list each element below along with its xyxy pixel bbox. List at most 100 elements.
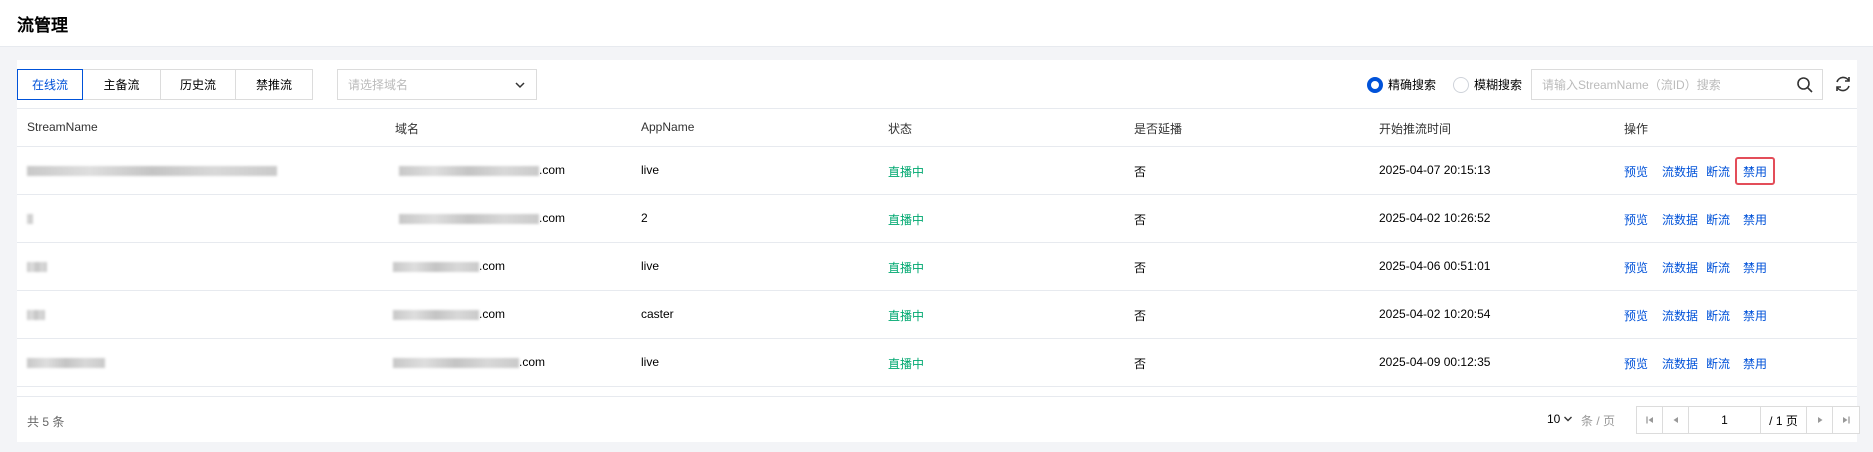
table-row: .com live 直播中 否 2025-04-06 00:51:01 预览 流… [17, 243, 1857, 291]
first-page-icon [1645, 416, 1653, 424]
preview-link[interactable]: 预览 [1624, 211, 1648, 228]
top-bar: 流管理 [0, 0, 1873, 47]
exact-search-radio[interactable]: 精确搜索 [1367, 69, 1436, 100]
stream-data-link[interactable]: 流数据 [1662, 163, 1698, 180]
stream-table: StreamName 域名 AppName 状态 是否延播 开始推流时间 操作 … [17, 108, 1857, 387]
app-name-cell: caster [641, 307, 674, 321]
stream-list-card: 在线流 主备流 历史流 禁推流 请选择域名 精确搜索 模糊搜索 StreamNa… [17, 60, 1860, 442]
chevron-down-icon [1564, 416, 1573, 422]
status-badge: 直播中 [888, 309, 925, 323]
disable-highlight-box [1735, 157, 1775, 185]
cut-stream-link[interactable]: 断流 [1706, 355, 1730, 372]
last-page-icon [1843, 416, 1850, 424]
radio-unchecked-icon [1453, 76, 1469, 93]
refresh-icon[interactable] [1833, 74, 1853, 94]
page-title: 流管理 [17, 16, 68, 35]
start-time-cell: 2025-04-02 10:20:54 [1379, 307, 1491, 321]
domain-select[interactable]: 请选择域名 [337, 69, 537, 100]
search-icon[interactable] [1796, 76, 1814, 94]
cut-stream-link[interactable]: 断流 [1706, 259, 1730, 276]
first-page-button[interactable] [1637, 407, 1663, 433]
stream-type-tabs: 在线流 主备流 历史流 禁推流 [17, 69, 313, 100]
col-status: 状态 [888, 122, 913, 136]
cut-stream-link[interactable]: 断流 [1706, 211, 1730, 228]
col-domain: 域名 [395, 122, 420, 136]
chevron-down-icon [515, 82, 525, 89]
preview-link[interactable]: 预览 [1624, 307, 1648, 324]
col-delay: 是否延播 [1134, 122, 1183, 136]
delay-cell: 否 [1134, 165, 1147, 179]
stream-data-link[interactable]: 流数据 [1662, 307, 1698, 324]
domain-cell: .com [393, 259, 505, 273]
col-actions: 操作 [1624, 122, 1649, 136]
disable-link[interactable]: 禁用 [1743, 211, 1767, 228]
delay-cell: 否 [1134, 357, 1147, 371]
preview-link[interactable]: 预览 [1624, 355, 1648, 372]
tab-online-streams[interactable]: 在线流 [17, 69, 83, 100]
fuzzy-search-label: 模糊搜索 [1474, 78, 1523, 92]
page-number-input[interactable] [1689, 407, 1761, 433]
preview-link[interactable]: 预览 [1624, 163, 1648, 180]
next-page-button[interactable] [1807, 407, 1833, 433]
total-pages: / 1 页 [1761, 407, 1807, 433]
stream-data-link[interactable]: 流数据 [1662, 355, 1698, 372]
pager: / 1 页 [1636, 406, 1860, 434]
app-name-cell: live [641, 259, 660, 273]
app-name-cell: live [641, 163, 660, 177]
stream-search-box [1531, 69, 1823, 100]
status-badge: 直播中 [888, 261, 925, 275]
start-time-cell: 2025-04-09 00:12:35 [1379, 355, 1491, 369]
stream-data-link[interactable]: 流数据 [1662, 211, 1698, 228]
page-size-value: 10 [1547, 412, 1561, 426]
next-page-icon [1817, 417, 1822, 423]
col-start-time: 开始推流时间 [1379, 122, 1452, 136]
status-badge: 直播中 [888, 213, 925, 227]
table-row: .com caster 直播中 否 2025-04-02 10:20:54 预览… [17, 291, 1857, 339]
app-name-cell: 2 [641, 211, 648, 225]
tab-history-streams[interactable]: 历史流 [160, 69, 236, 100]
tab-primary-backup-streams[interactable]: 主备流 [82, 69, 161, 100]
stream-data-link[interactable]: 流数据 [1662, 259, 1698, 276]
tab-banned-streams[interactable]: 禁推流 [235, 69, 313, 100]
exact-search-label: 精确搜索 [1388, 78, 1437, 92]
cut-stream-link[interactable]: 断流 [1706, 163, 1730, 180]
start-time-cell: 2025-04-02 10:26:52 [1379, 211, 1491, 225]
delay-cell: 否 [1134, 309, 1147, 323]
status-badge: 直播中 [888, 357, 925, 371]
disable-link[interactable]: 禁用 [1743, 355, 1767, 372]
disable-link[interactable]: 禁用 [1743, 259, 1767, 276]
delay-cell: 否 [1134, 213, 1147, 227]
table-row: .com live 直播中 否 2025-04-07 20:15:13 预览 流… [17, 147, 1857, 195]
total-count: 共 5 条 [27, 415, 65, 429]
app-name-cell: live [641, 355, 660, 369]
radio-checked-icon [1367, 76, 1383, 93]
domain-cell: .com [399, 163, 565, 177]
table-header: StreamName 域名 AppName 状态 是否延播 开始推流时间 操作 [17, 108, 1857, 147]
stream-name-redacted [27, 211, 33, 225]
col-stream-name: StreamName [27, 120, 98, 134]
fuzzy-search-radio[interactable]: 模糊搜索 [1453, 69, 1522, 100]
start-time-cell: 2025-04-07 20:15:13 [1379, 163, 1491, 177]
last-page-button[interactable] [1833, 407, 1859, 433]
stream-name-redacted [27, 307, 45, 321]
table-row: .com 2 直播中 否 2025-04-02 10:26:52 预览 流数据 … [17, 195, 1857, 243]
delay-cell: 否 [1134, 261, 1147, 275]
domain-cell: .com [399, 211, 565, 225]
page-size-unit: 条 / 页 [1581, 414, 1616, 428]
table-row: .com live 直播中 否 2025-04-09 00:12:35 预览 流… [17, 339, 1857, 387]
disable-link[interactable]: 禁用 [1743, 307, 1767, 324]
stream-name-redacted [27, 355, 105, 369]
pagination-bar: 共 5 条 10 条 / 页 / 1 页 [17, 396, 1860, 442]
domain-select-placeholder: 请选择域名 [348, 78, 409, 92]
page-size-select[interactable]: 10 [1547, 412, 1573, 426]
cut-stream-link[interactable]: 断流 [1706, 307, 1730, 324]
prev-page-button[interactable] [1663, 407, 1689, 433]
stream-name-redacted [27, 259, 47, 273]
domain-cell: .com [393, 307, 505, 321]
domain-cell: .com [393, 355, 545, 369]
col-app-name: AppName [641, 120, 695, 134]
preview-link[interactable]: 预览 [1624, 259, 1648, 276]
start-time-cell: 2025-04-06 00:51:01 [1379, 259, 1491, 273]
prev-page-icon [1673, 417, 1678, 423]
stream-search-input[interactable] [1532, 70, 1772, 99]
